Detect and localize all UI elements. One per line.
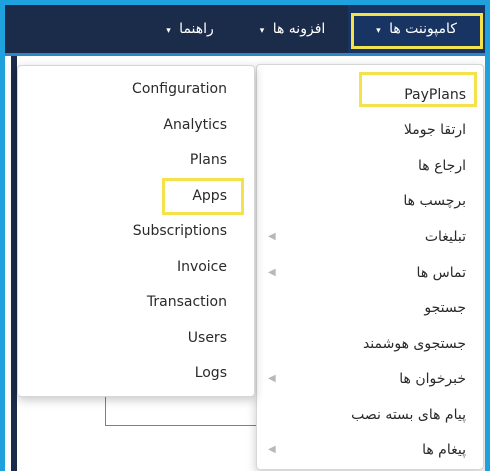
submenu-item-label: Analytics [163,117,227,133]
submenu-item-label: Invoice [176,259,227,275]
chevron-left-icon: ◀ [268,231,276,242]
nav-extensions[interactable]: افزونه ها ▾ [237,5,348,53]
menu-item-label: جستجو [424,300,466,316]
submenu-item-subscriptions[interactable]: Subscriptions [18,216,254,246]
menu-item-label: تبلیغات [424,229,466,245]
submenu-item-transaction[interactable]: Transaction [18,287,254,317]
submenu-item-users[interactable]: Users [18,323,254,353]
submenu-item-plans[interactable]: Plans [18,145,254,175]
submenu-item-label: Plans [189,152,227,168]
submenu-item-logs[interactable]: Logs [18,358,254,388]
submenu-item-apps[interactable]: Apps [18,181,254,211]
chevron-left-icon: ◀ [268,267,276,278]
payplans-submenu: Configuration Analytics Plans Apps Subsc… [17,65,255,397]
menu-item-tags[interactable]: برچسب ها [257,186,483,216]
menu-item-label: پیام های بسته نصب [351,407,466,423]
components-dropdown: PayPlans ارتقا جوملا ارجاع ها برچسب ها ◀… [256,64,484,470]
menu-item-redirects[interactable]: ارجاع ها [257,151,483,181]
top-navbar: کامپوننت ها ▾ افزونه ها ▾ راهنما ▾ [5,5,485,56]
submenu-item-invoice[interactable]: Invoice [18,252,254,282]
chevron-down-icon: ▾ [259,26,265,36]
admin-window: کامپوننت ها ▾ افزونه ها ▾ راهنما ▾ PayPl… [5,5,485,471]
menu-item-messaging[interactable]: ◀ پیغام ها [257,435,483,465]
submenu-item-label: Configuration [132,81,227,97]
chevron-down-icon: ▾ [376,26,381,36]
chevron-left-icon: ◀ [268,373,276,384]
nav-help[interactable]: راهنما ▾ [143,5,237,53]
menu-item-label: خبرخوان ها [399,371,466,387]
nav-extensions-label: افزونه ها [272,21,326,37]
menu-item-label: برچسب ها [403,193,466,209]
menu-item-banners[interactable]: ◀ تبلیغات [257,222,483,252]
menu-item-joomla-update[interactable]: ارتقا جوملا [257,115,483,145]
submenu-item-configuration[interactable]: Configuration [18,74,254,104]
menu-item-label: ارتقا جوملا [403,122,466,138]
submenu-item-label: Apps [192,188,227,204]
nav-help-label: راهنما [179,21,214,37]
submenu-item-label: Transaction [146,294,227,310]
menu-item-newsfeeds[interactable]: ◀ خبرخوان ها [257,364,483,394]
menu-item-label: ارجاع ها [417,158,466,174]
menu-item-label: جستجوی هوشمند [362,336,466,352]
chevron-left-icon: ◀ [268,444,276,455]
menu-item-install-messages[interactable]: پیام های بسته نصب [257,400,483,430]
menu-item-contacts[interactable]: ◀ تماس ها [257,258,483,288]
menu-item-search[interactable]: جستجو [257,293,483,323]
submenu-item-label: Logs [194,365,227,381]
menu-item-payplans[interactable]: PayPlans [257,80,483,110]
submenu-item-analytics[interactable]: Analytics [18,110,254,140]
menu-item-label: PayPlans [404,87,466,103]
chevron-down-icon: ▾ [166,26,171,36]
menu-item-smart-search[interactable]: جستجوی هوشمند [257,329,483,359]
submenu-item-label: Users [187,330,227,346]
nav-components[interactable]: کامپوننت ها ▾ [348,5,485,53]
menu-item-label: تماس ها [416,265,466,281]
menu-item-label: پیغام ها [422,442,466,458]
nav-components-label: کامپوننت ها [389,21,457,37]
submenu-item-label: Subscriptions [132,223,227,239]
